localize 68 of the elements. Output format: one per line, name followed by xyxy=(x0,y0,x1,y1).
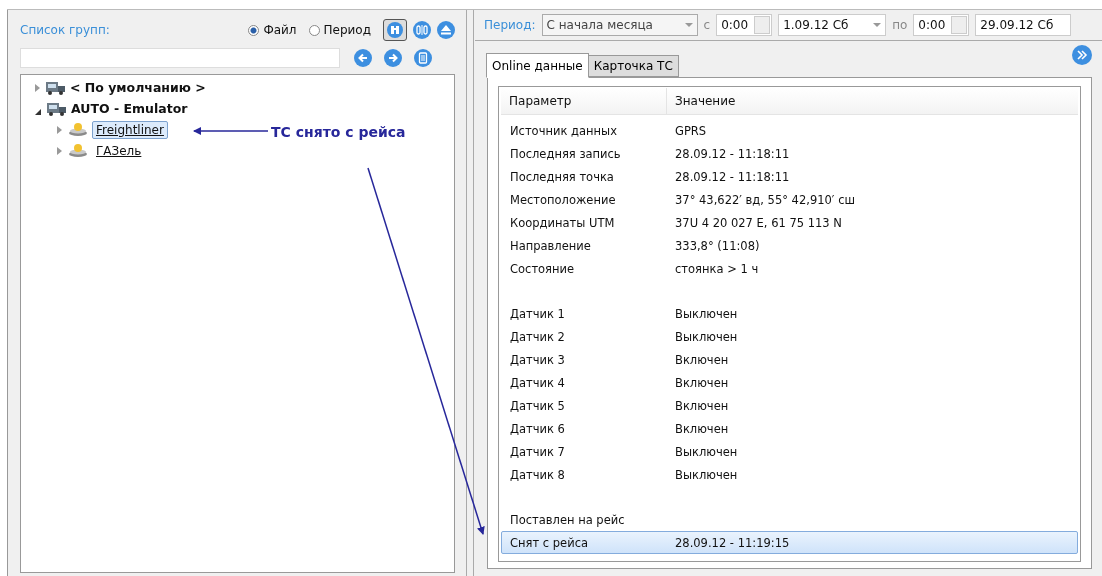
tree-item[interactable]: AUTO - Emulator xyxy=(71,101,188,116)
table-cell-text: Выключен xyxy=(674,467,738,482)
table-cell-text: 28.09.12 - 11:19:15 xyxy=(674,535,790,550)
table-cell-text: Датчик 2 xyxy=(509,329,566,344)
source-radio[interactable]: Период xyxy=(308,23,371,37)
to-time-field[interactable]: 0:00 xyxy=(913,14,970,36)
vehicle-icon xyxy=(67,142,89,159)
from-date-dropdown[interactable]: 1.09.12 Сб xyxy=(778,14,887,36)
annotation-label: ТС снято с рейса xyxy=(271,124,406,140)
table-cell-text: Координаты UTM xyxy=(509,215,616,230)
from-label: с xyxy=(703,18,711,32)
to-label: по xyxy=(892,18,908,32)
table-cell-text: Источник данных xyxy=(509,123,618,138)
table-cell-text: 37U 4 20 027 E, 61 75 113 N xyxy=(674,215,842,230)
tab[interactable]: Карточка ТС xyxy=(587,55,679,77)
table-cell-text: Включен xyxy=(674,352,729,367)
groups-list-label: Список групп: xyxy=(20,23,111,37)
table-cell-text: Датчик 1 xyxy=(509,306,566,321)
tree-item[interactable]: ГАЗель xyxy=(92,141,146,160)
from-time-field[interactable]: 0:00 xyxy=(716,14,773,36)
table-cell-text: 37° 43,622′ вд, 55° 42,910′ сш xyxy=(674,192,855,207)
table-cell-text: Снят с рейса xyxy=(509,535,590,550)
to-date-field[interactable]: 29.09.12 Сб xyxy=(975,14,1072,36)
vehicle-icon xyxy=(67,121,89,138)
table-cell-text: GPRS xyxy=(674,123,707,138)
table-cell-text: 333,8° (11:08) xyxy=(674,238,760,253)
arrow-left-icon[interactable] xyxy=(354,49,372,67)
splitter[interactable] xyxy=(466,10,474,576)
split-icon[interactable] xyxy=(413,21,431,39)
table-cell-text: Датчик 7 xyxy=(509,444,566,459)
tree-item[interactable]: < По умолчанию > xyxy=(70,80,206,95)
arrow-right-icon[interactable] xyxy=(384,49,402,67)
table-cell-text: Датчик 8 xyxy=(509,467,566,482)
expander-icon[interactable] xyxy=(35,108,41,115)
truck-icon xyxy=(45,79,67,96)
table-cell-text: Поставлен на рейс xyxy=(509,512,626,527)
binoculars-button[interactable] xyxy=(383,19,407,41)
source-radio[interactable]: Файл xyxy=(248,23,297,37)
table-cell-text: Направление xyxy=(509,238,592,253)
column-header: Значение xyxy=(674,94,736,108)
search-field[interactable] xyxy=(20,48,340,68)
truck-icon xyxy=(46,100,68,117)
table-cell-text: Местоположение xyxy=(509,192,617,207)
tab[interactable]: Online данные xyxy=(486,53,589,78)
list-icon[interactable] xyxy=(414,49,432,67)
table-cell-text: Включен xyxy=(674,375,729,390)
period-dropdown[interactable]: С начала месяца xyxy=(541,14,698,36)
tree-item[interactable]: Freightliner xyxy=(92,120,168,139)
table-cell-text: Выключен xyxy=(674,329,738,344)
selected-row[interactable]: Снят с рейса 28.09.12 - 11:19:15 xyxy=(501,531,1078,554)
table-cell-text: Датчик 5 xyxy=(509,398,566,413)
table-cell-text: Выключен xyxy=(674,444,738,459)
column-header: Параметр xyxy=(501,88,667,114)
table-cell-text: 28.09.12 - 11:18:11 xyxy=(674,146,790,161)
chevron-right-icon[interactable] xyxy=(1072,45,1092,65)
table-cell-text: 28.09.12 - 11:18:11 xyxy=(674,169,790,184)
table-cell-text: Датчик 6 xyxy=(509,421,566,436)
table-cell-text: Включен xyxy=(674,421,729,436)
period-label: Период: xyxy=(484,18,536,32)
table-cell-text: Датчик 3 xyxy=(509,352,566,367)
eject-icon[interactable] xyxy=(437,21,455,39)
table-cell-text: Датчик 4 xyxy=(509,375,566,390)
table-cell-text: Включен xyxy=(674,398,729,413)
table-cell-text: стоянка > 1 ч xyxy=(674,261,759,276)
table-cell-text: Последняя запись xyxy=(509,146,622,161)
table-cell-text: Последняя точка xyxy=(509,169,615,184)
table-cell-text: Состояние xyxy=(509,261,576,276)
table-cell-text: Выключен xyxy=(674,306,738,321)
